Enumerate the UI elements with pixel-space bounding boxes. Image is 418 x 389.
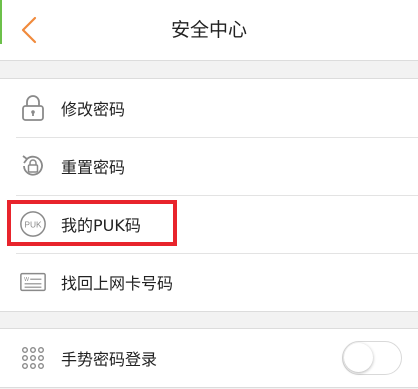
gesture-settings: 手势密码登录 <box>0 328 418 388</box>
gesture-password-row: 手势密码登录 <box>0 329 418 387</box>
menu-item-label: 修改密码 <box>61 100 126 119</box>
lock-icon <box>19 94 47 122</box>
menu-item-label: 找回上网卡号码 <box>61 274 174 293</box>
menu-item-recover-card-number[interactable]: W 找回上网卡号码 <box>0 253 418 311</box>
page-title: 安全中心 <box>170 19 247 41</box>
security-menu: 修改密码 重置密码 PUK 我的PUK码 W 找回上网卡号码 <box>0 78 418 312</box>
menu-item-reset-password[interactable]: 重置密码 <box>0 137 418 195</box>
sim-card-icon: W <box>19 268 47 296</box>
edge-decoration <box>0 0 2 44</box>
keypad-icon <box>19 344 47 372</box>
lock-reset-icon <box>19 152 47 180</box>
highlight-box <box>7 200 177 246</box>
header-bar: 安全中心 <box>0 0 418 61</box>
toggle-knob <box>344 343 373 372</box>
gesture-password-label: 手势密码登录 <box>61 350 158 369</box>
menu-item-change-password[interactable]: 修改密码 <box>0 79 418 137</box>
gesture-password-toggle[interactable] <box>342 341 402 375</box>
svg-text:W: W <box>24 277 29 283</box>
menu-item-label: 重置密码 <box>61 158 126 177</box>
